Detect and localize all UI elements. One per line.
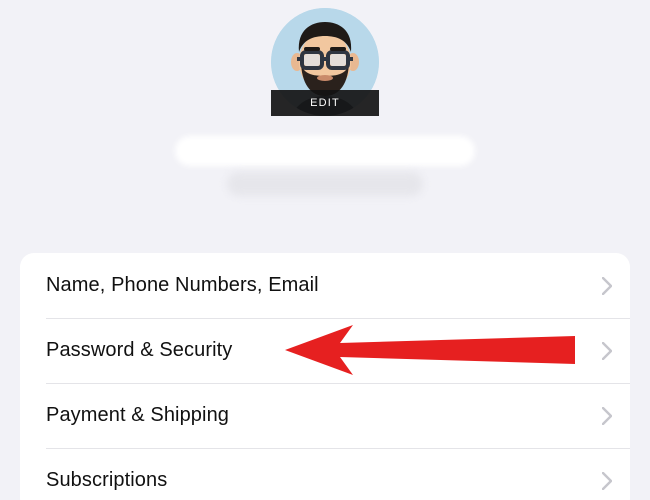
row-payment-shipping[interactable]: Payment & Shipping: [20, 383, 630, 448]
row-label: Password & Security: [46, 339, 602, 362]
row-label: Subscriptions: [46, 469, 602, 492]
settings-account-page: EDIT Name, Phone Numbers, Email Password…: [0, 8, 650, 500]
redacted-email: [227, 172, 423, 196]
account-settings-list: Name, Phone Numbers, Email Password & Se…: [20, 253, 630, 500]
row-password-security[interactable]: Password & Security: [20, 318, 630, 383]
redacted-name: [175, 136, 475, 166]
row-label: Payment & Shipping: [46, 404, 602, 427]
chevron-right-icon: [602, 342, 612, 360]
row-label: Name, Phone Numbers, Email: [46, 274, 602, 297]
chevron-right-icon: [602, 277, 612, 295]
row-name-phone-email[interactable]: Name, Phone Numbers, Email: [20, 253, 630, 318]
row-subscriptions[interactable]: Subscriptions: [20, 448, 630, 500]
chevron-right-icon: [602, 472, 612, 490]
profile-avatar[interactable]: EDIT: [271, 8, 379, 116]
chevron-right-icon: [602, 407, 612, 425]
avatar-edit-label[interactable]: EDIT: [271, 90, 379, 116]
